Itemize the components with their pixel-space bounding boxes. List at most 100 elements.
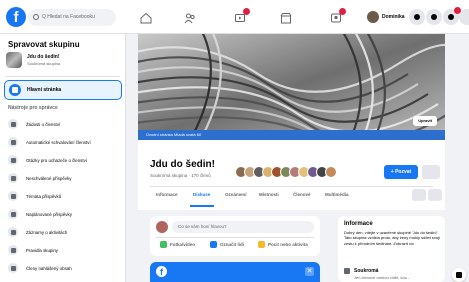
about-panel: Informace Dobrý den, vítejte v uzavřené … xyxy=(338,216,445,282)
sidebar-title: Spravovat skupinu xyxy=(8,40,80,49)
tab-informace[interactable]: Informace xyxy=(156,192,178,197)
home-icon xyxy=(9,84,21,96)
admin-sidebar: Spravovat skupinu Jdu do šedin! Soukromá… xyxy=(0,34,126,282)
friends-icon[interactable] xyxy=(184,11,196,24)
divider xyxy=(150,186,433,187)
activity-log-icon xyxy=(8,227,18,237)
cover-overlay-text: Úvodní stránka Mladá svatá 60 xyxy=(138,130,445,140)
groups-icon[interactable] xyxy=(330,8,346,23)
more-options-button[interactable] xyxy=(422,165,440,179)
watch-icon[interactable] xyxy=(234,8,250,23)
facebook-logo: f xyxy=(156,266,167,277)
notification-badge xyxy=(339,8,346,15)
compose-icon xyxy=(456,272,462,278)
sidebar-item-member-requests[interactable]: Žádosti o členství xyxy=(6,116,120,132)
sidebar-item-label: Pravidla skupiny xyxy=(26,247,58,253)
search-placeholder: Q Hledat na Facebooku xyxy=(42,14,95,20)
search-input[interactable]: Q Hledat na Facebooku xyxy=(28,9,116,26)
create-icon[interactable] xyxy=(409,9,425,25)
tag-people-button[interactable]: Označit lidi xyxy=(210,241,244,248)
group-privacy: Soukromá skupina xyxy=(27,61,61,66)
group-thumbnail xyxy=(6,52,22,68)
group-title: Jdu do šedin! xyxy=(150,159,215,170)
scheduled-icon xyxy=(8,209,18,219)
sidebar-item-activity-log[interactable]: Záznamy o aktivitách xyxy=(6,224,120,240)
action-label: Fotka/video xyxy=(170,242,196,247)
top-navigation-bar: f Q Hledat na Facebooku Dominika xyxy=(0,0,469,34)
sidebar-item-label: Naplánované příspěvky xyxy=(26,211,72,217)
questions-icon xyxy=(8,155,18,165)
search-icon xyxy=(33,14,39,20)
group-name: Jdu do šedin! xyxy=(27,54,60,60)
tab-oznameni[interactable]: Oznámení xyxy=(225,192,247,197)
plus-icon xyxy=(414,14,420,20)
sidebar-item-label: Automatické schvalování členství xyxy=(26,139,91,145)
sidebar-item-home[interactable]: Hlavní stránka xyxy=(4,80,122,100)
group-cover-photo: Úvodní stránka Mladá svatá 60 Upravit xyxy=(138,34,445,140)
tab-clenove[interactable]: Členové xyxy=(293,192,311,197)
notifications-icon[interactable] xyxy=(443,7,461,25)
reported-icon xyxy=(8,263,18,273)
feeling-icon xyxy=(258,241,265,248)
avatar xyxy=(367,11,379,23)
about-heading: Informace xyxy=(344,221,373,227)
facebook-logo[interactable]: f xyxy=(6,7,26,27)
account-menu-icon[interactable] xyxy=(459,9,469,25)
profile-name: Dominika xyxy=(382,14,405,20)
lock-icon xyxy=(344,268,350,274)
tab-multimedia[interactable]: Multimédia xyxy=(325,192,349,197)
rules-icon xyxy=(8,245,18,255)
sidebar-item-reported[interactable]: Členy nahlášený obsah xyxy=(6,260,120,276)
divider xyxy=(6,76,120,77)
new-message-button[interactable] xyxy=(452,268,466,282)
profile-chip[interactable]: Dominika xyxy=(365,9,409,25)
tab-diskuse[interactable]: Diskuse xyxy=(193,192,210,197)
sidebar-item-label: Záznamy o aktivitách xyxy=(26,229,68,235)
home-icon[interactable] xyxy=(140,11,152,24)
feeling-activity-button[interactable]: Pocit nebo aktivita xyxy=(258,241,308,248)
sidebar-item-label: Témata příspěvků xyxy=(26,193,62,199)
privacy-description: Jen členové mohou vidět, kdo... xyxy=(354,275,411,280)
action-label: Označit lidi xyxy=(220,242,245,247)
notification-badge xyxy=(243,8,250,15)
avatar xyxy=(325,166,337,178)
sidebar-item-pending-posts[interactable]: Neschválené příspěvky xyxy=(6,170,120,186)
photo-video-button[interactable]: Fotka/video xyxy=(160,241,195,248)
member-avatars[interactable] xyxy=(235,166,337,178)
sidebar-item-questions[interactable]: Otázky pro uchazeče o členství xyxy=(6,152,120,168)
privacy-row: Soukromá xyxy=(344,268,378,274)
about-text: Dobrý den, vítejte v uzavřené skupině 'J… xyxy=(344,230,440,246)
sidebar-group-card[interactable]: Jdu do šedin! Soukromá skupina xyxy=(6,49,120,71)
more-button[interactable] xyxy=(428,189,442,201)
cover-hair-image xyxy=(138,34,445,140)
sidebar-item-topics[interactable]: Témata příspěvků xyxy=(6,188,120,204)
sidebar-item-label: Hlavní stránka xyxy=(27,87,62,93)
divider xyxy=(156,237,314,238)
sidebar-item-label: Neschválené příspěvky xyxy=(26,175,72,181)
messenger-glyph xyxy=(431,14,437,20)
tab-mistnosti[interactable]: Místnosti xyxy=(259,192,279,197)
facebook-promo-card: f ✕ xyxy=(150,262,320,282)
composer-input[interactable]: Co se vám honí hlavou? xyxy=(172,221,314,233)
sidebar-item-label: Členy nahlášený obsah xyxy=(26,265,72,271)
edit-cover-button[interactable]: Upravit xyxy=(413,116,437,126)
messenger-icon[interactable] xyxy=(426,9,442,25)
pending-posts-icon xyxy=(8,173,18,183)
avatar xyxy=(156,221,168,233)
member-requests-icon xyxy=(8,119,18,129)
sidebar-item-label: Otázky pro uchazeče o členství xyxy=(26,157,88,163)
sidebar-item-rules[interactable]: Pravidla skupiny xyxy=(6,242,120,258)
tag-people-icon xyxy=(210,241,217,248)
invite-button[interactable]: + Pozvat xyxy=(384,165,418,179)
sidebar-item-label: Žádosti o členství xyxy=(26,121,61,127)
sidebar-item-auto-approve[interactable]: Automatické schvalování členství xyxy=(6,134,120,150)
active-tab-indicator xyxy=(190,205,214,207)
photo-icon xyxy=(160,241,167,248)
group-meta: Soukromá skupina · 170 členů xyxy=(150,173,211,178)
sidebar-item-scheduled[interactable]: Naplánované příspěvky xyxy=(6,206,120,222)
admin-tools-heading: Nástroje pro správce xyxy=(8,105,58,111)
close-icon[interactable]: ✕ xyxy=(305,267,314,276)
search-group-button[interactable] xyxy=(412,189,426,201)
post-composer: Co se vám honí hlavou? Fotka/video Označ… xyxy=(150,216,320,256)
marketplace-icon[interactable] xyxy=(280,11,292,24)
